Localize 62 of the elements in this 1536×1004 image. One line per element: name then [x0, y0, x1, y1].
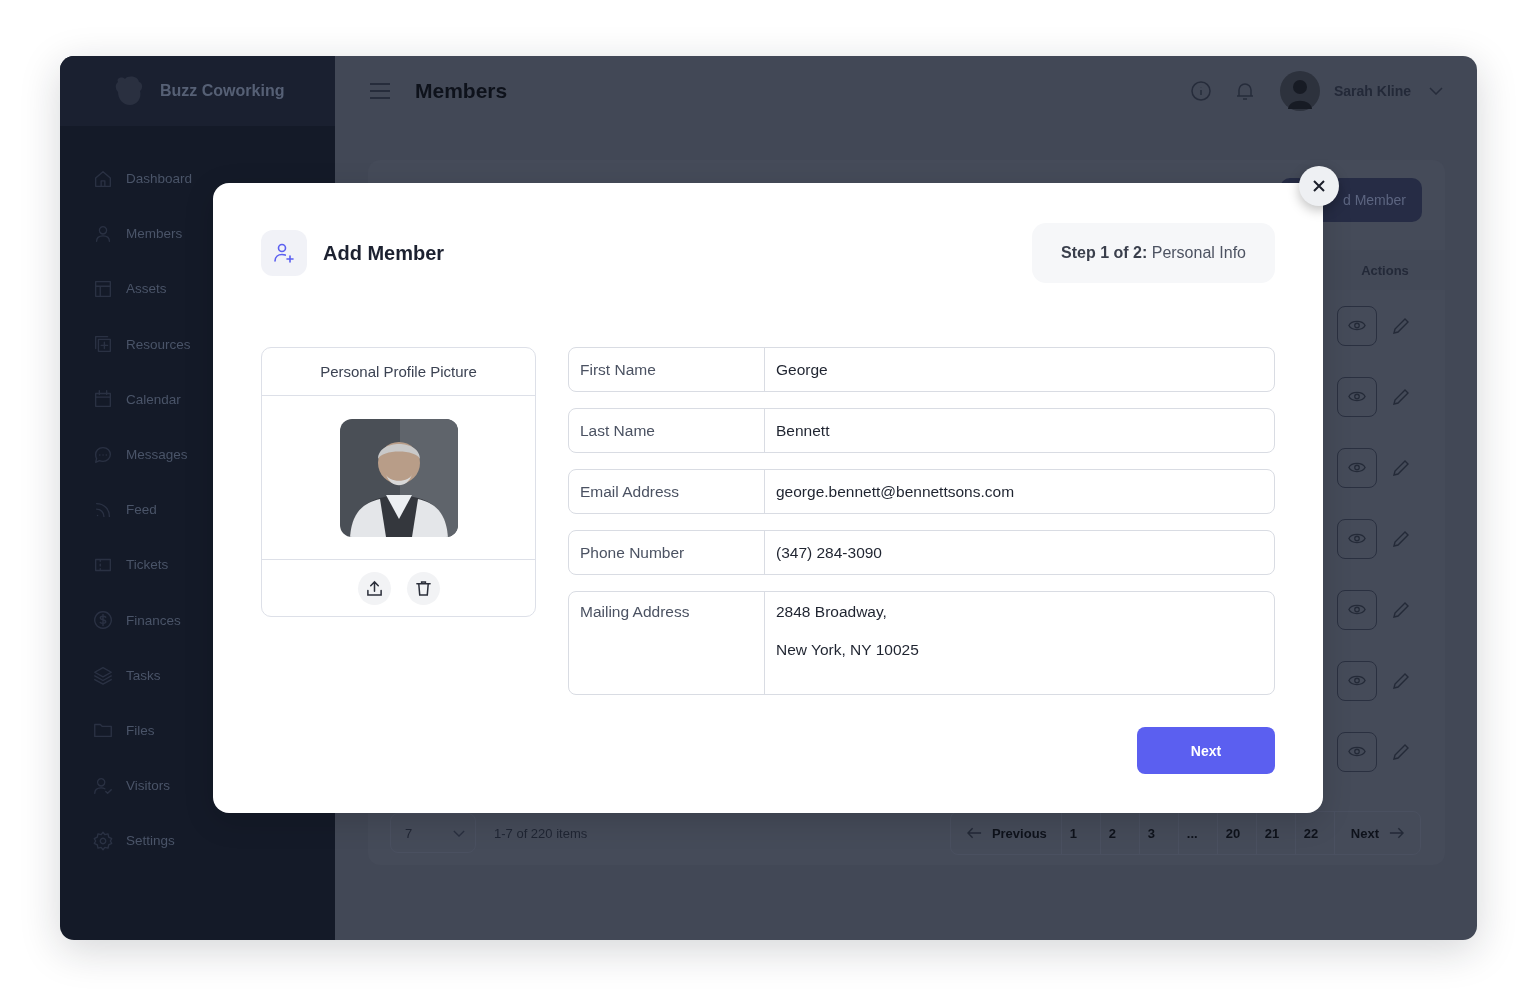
- card-title: Personal Profile Picture: [262, 348, 535, 396]
- sidebar-item[interactable]: Dashboard: [60, 151, 335, 207]
- delete-button[interactable]: [406, 571, 440, 605]
- field-value: george.bennett@bennettsons.com: [775, 481, 1016, 502]
- view-button[interactable]: [1337, 376, 1377, 417]
- arrow-right-icon: [1389, 827, 1404, 839]
- input-field[interactable]: Phone Number (347) 284-3090: [568, 530, 1275, 575]
- field-label: Last Name: [569, 409, 765, 452]
- sidebar-item[interactable]: Feed: [60, 482, 335, 538]
- view-button[interactable]: [1337, 731, 1377, 772]
- sidebar-item[interactable]: Visitors: [60, 758, 335, 814]
- settings-icon: [92, 829, 114, 852]
- chevron-down-icon: [453, 829, 465, 837]
- eye-icon: [1348, 745, 1366, 758]
- eye-icon: [1348, 390, 1366, 403]
- view-button[interactable]: [1337, 305, 1377, 346]
- upload-button[interactable]: [357, 571, 391, 605]
- eye-icon: [1348, 532, 1366, 545]
- field-value: George: [775, 359, 829, 380]
- field-label: Email Address: [569, 470, 765, 513]
- address-line: 2848 Broadway,: [776, 603, 887, 621]
- layers-icon: [92, 664, 114, 687]
- eye-icon: [1348, 674, 1366, 687]
- field-value: (347) 284-3090: [775, 542, 883, 563]
- view-button[interactable]: [1337, 589, 1377, 630]
- next-button[interactable]: Next: [1137, 727, 1275, 774]
- text-area[interactable]: Mailing Address 2848 Broadway, New York, NY 10025: [568, 591, 1275, 695]
- eye-icon: [1348, 461, 1366, 474]
- brand-name: Buzz Coworking: [160, 82, 285, 100]
- field-label: Mailing Address: [569, 592, 765, 694]
- sidebar-item[interactable]: Tickets: [60, 537, 335, 593]
- view-button[interactable]: [1337, 447, 1377, 488]
- add-user-icon: [261, 230, 307, 276]
- field-label: Phone Number: [569, 531, 765, 574]
- eye-icon: [1348, 603, 1366, 616]
- field-value: Bennett: [775, 420, 831, 441]
- menu-icon[interactable]: [369, 82, 391, 100]
- step-indicator: Step 1 of 2: Personal Info: [1032, 223, 1275, 283]
- page-title: Members: [415, 79, 508, 103]
- sidebar-item[interactable]: Files: [60, 702, 335, 759]
- arrow-left-icon: [966, 827, 982, 839]
- next-page-button[interactable]: Next: [1333, 812, 1420, 854]
- eye-icon: [1348, 319, 1366, 332]
- close-icon: [1312, 179, 1326, 193]
- sidebar-item[interactable]: Tasks: [60, 647, 335, 703]
- field-label: First Name: [569, 348, 765, 391]
- sidebar-item[interactable]: Finances: [60, 592, 335, 648]
- sidebar-item[interactable]: Settings: [60, 813, 335, 869]
- address-line: New York, NY 10025: [776, 641, 919, 659]
- upload-icon: [365, 579, 383, 597]
- dollar-icon: [92, 609, 114, 632]
- chevron-down-icon[interactable]: [1429, 87, 1443, 95]
- view-button[interactable]: [1337, 518, 1377, 559]
- avatar[interactable]: [1279, 71, 1320, 111]
- info-icon[interactable]: [1189, 80, 1212, 102]
- input-field[interactable]: First Name George: [568, 347, 1275, 392]
- sidebar-item[interactable]: Messages: [60, 426, 335, 483]
- previous-button[interactable]: Previous: [950, 812, 1061, 854]
- input-field[interactable]: Last Name Bennett: [568, 408, 1275, 453]
- trash-icon: [414, 579, 432, 597]
- view-button[interactable]: [1337, 660, 1377, 701]
- input-field[interactable]: Email Address george.bennett@bennettsons.com: [568, 469, 1275, 514]
